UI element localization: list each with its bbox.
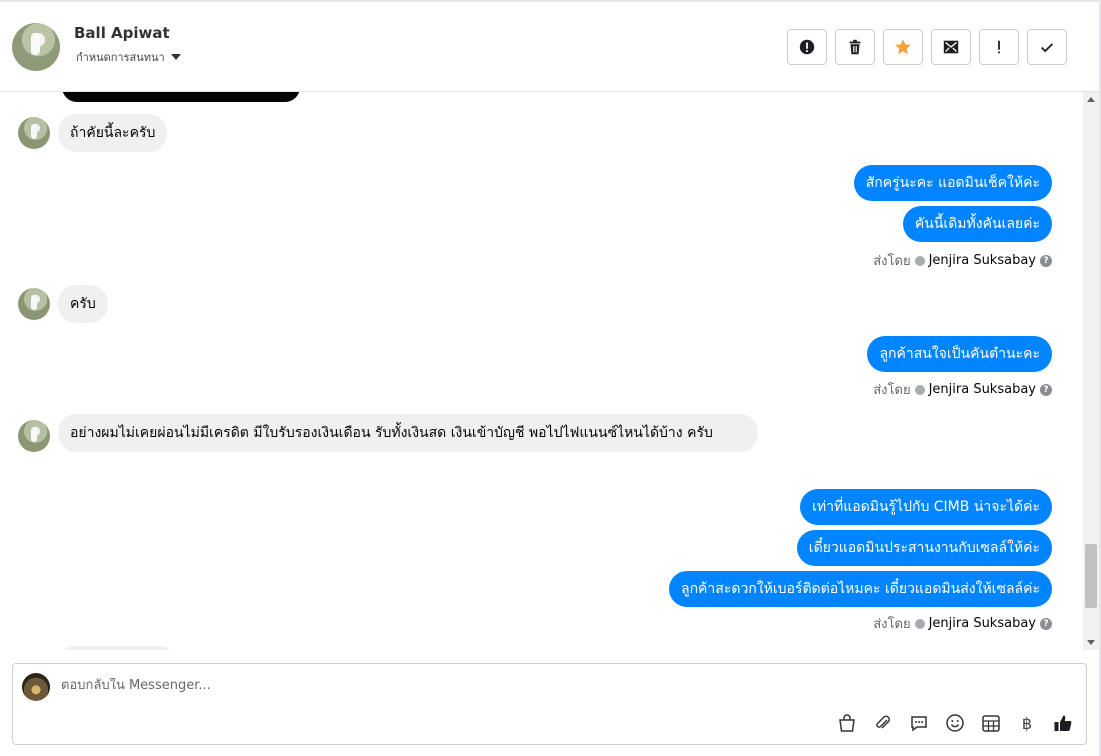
chat-bubble-icon <box>911 716 927 732</box>
header-actions <box>787 29 1067 65</box>
smiley-icon <box>946 714 964 732</box>
message-bubble-partial <box>62 92 300 102</box>
saved-replies-button[interactable] <box>908 712 930 734</box>
outgoing-message[interactable]: คันนี้เดิมทั้งคันเลยค่ะ <box>902 206 1052 242</box>
help-icon[interactable]: ? <box>1040 254 1052 267</box>
star-button[interactable] <box>883 29 923 65</box>
assign-label: กำหนดการสนทนา <box>76 51 165 64</box>
help-icon[interactable]: ? <box>1040 383 1052 396</box>
conversation-header: Ball Apiwat กำหนดการสนทนา <box>0 2 1099 92</box>
sent-by-label: ส่งโดย Jenjira Suksabay ? <box>873 613 1052 634</box>
star-icon <box>895 39 911 55</box>
verified-check-icon <box>914 255 925 266</box>
sent-by-prefix: ส่งโดย <box>873 254 911 269</box>
outgoing-message[interactable]: เท่าที่แอดมินรู้ไปกับ CIMB น่าจะได้ค่ะ <box>800 489 1052 525</box>
attach-button[interactable] <box>872 712 894 734</box>
contact-avatar-small[interactable] <box>18 420 50 452</box>
mark-unread-button[interactable] <box>931 29 971 65</box>
composer-tools: ฿ <box>836 712 1074 734</box>
exclamation-icon <box>998 40 1000 54</box>
incoming-message-row: ถ้าคัยนี้ละครับ <box>18 114 168 152</box>
incoming-message[interactable]: ถ้าคัยนี้ละครับ <box>58 114 168 152</box>
important-button[interactable] <box>979 29 1019 65</box>
reply-composer: ฿ <box>12 663 1087 745</box>
contact-avatar-small[interactable] <box>18 117 50 149</box>
envelope-icon <box>943 40 959 54</box>
message-bubble-partial <box>62 646 172 650</box>
shopping-bag-icon <box>839 714 855 732</box>
sent-by-label: ส่งโดย Jenjira Suksabay ? <box>873 250 1052 271</box>
sent-by-label: ส่งโดย Jenjira Suksabay ? <box>873 379 1052 400</box>
outgoing-message[interactable]: ลูกค้าสะดวกให้เบอร์ติดต่อไหมคะ เดี๋ยวแอด… <box>669 571 1052 607</box>
incoming-message[interactable]: อย่างผมไม่เคยผ่อนไม่มีเครดิต มีใบรับรองเ… <box>58 414 758 452</box>
check-icon <box>1040 43 1054 53</box>
sent-by-agent[interactable]: Jenjira Suksabay <box>929 616 1036 631</box>
incoming-message[interactable]: ครับ <box>58 285 108 323</box>
incoming-message-row: ครับ <box>18 285 108 323</box>
scroll-down-arrow-icon[interactable] <box>1087 640 1095 645</box>
contact-name[interactable]: Ball Apiwat <box>74 24 170 42</box>
baht-icon: ฿ <box>1021 713 1033 733</box>
paperclip-icon <box>876 715 890 729</box>
sent-by-agent[interactable]: Jenjira Suksabay <box>929 382 1036 397</box>
sent-by-prefix: ส่งโดย <box>873 383 911 398</box>
outgoing-message[interactable]: เดี๋ยวแอดมินประสานงานกับเซลล์ให้ค่ะ <box>796 530 1052 566</box>
page-avatar <box>22 673 50 701</box>
contact-avatar-small[interactable] <box>18 288 50 320</box>
message-scrollbar[interactable] <box>1083 92 1099 650</box>
verified-check-icon <box>914 384 925 395</box>
caret-down-icon <box>170 54 181 60</box>
message-thread[interactable]: ถ้าคัยนี้ละครับ สักครู่นะคะ แอดมินเช็คให… <box>0 92 1082 650</box>
calendar-grid-icon <box>982 715 1000 732</box>
help-icon[interactable]: ? <box>1040 617 1052 630</box>
mark-spam-button[interactable] <box>787 29 827 65</box>
shop-button[interactable] <box>836 712 858 734</box>
alert-circle-icon <box>799 39 815 55</box>
emoji-button[interactable] <box>944 712 966 734</box>
scroll-thumb[interactable] <box>1085 544 1097 608</box>
verified-check-icon <box>914 618 925 629</box>
appointment-button[interactable] <box>980 712 1002 734</box>
outgoing-message[interactable]: ลูกค้าสนใจเป็นคันตำนะคะ <box>867 336 1052 372</box>
delete-button[interactable] <box>835 29 875 65</box>
reply-input[interactable] <box>61 678 861 693</box>
sent-by-agent[interactable]: Jenjira Suksabay <box>929 253 1036 268</box>
like-button[interactable] <box>1052 712 1074 734</box>
payment-button[interactable]: ฿ <box>1016 712 1038 734</box>
done-button[interactable] <box>1027 29 1067 65</box>
scroll-up-arrow-icon[interactable] <box>1087 97 1095 102</box>
sent-by-prefix: ส่งโดย <box>873 617 911 632</box>
incoming-message-row: อย่างผมไม่เคยผ่อนไม่มีเครดิต มีใบรับรองเ… <box>18 414 758 452</box>
assign-conversation-dropdown[interactable]: กำหนดการสนทนา <box>76 48 181 66</box>
contact-avatar[interactable] <box>12 23 60 71</box>
thumbs-up-icon <box>1054 715 1072 731</box>
outgoing-message[interactable]: สักครู่นะคะ แอดมินเช็คให้ค่ะ <box>853 165 1052 201</box>
trash-icon <box>849 39 861 55</box>
